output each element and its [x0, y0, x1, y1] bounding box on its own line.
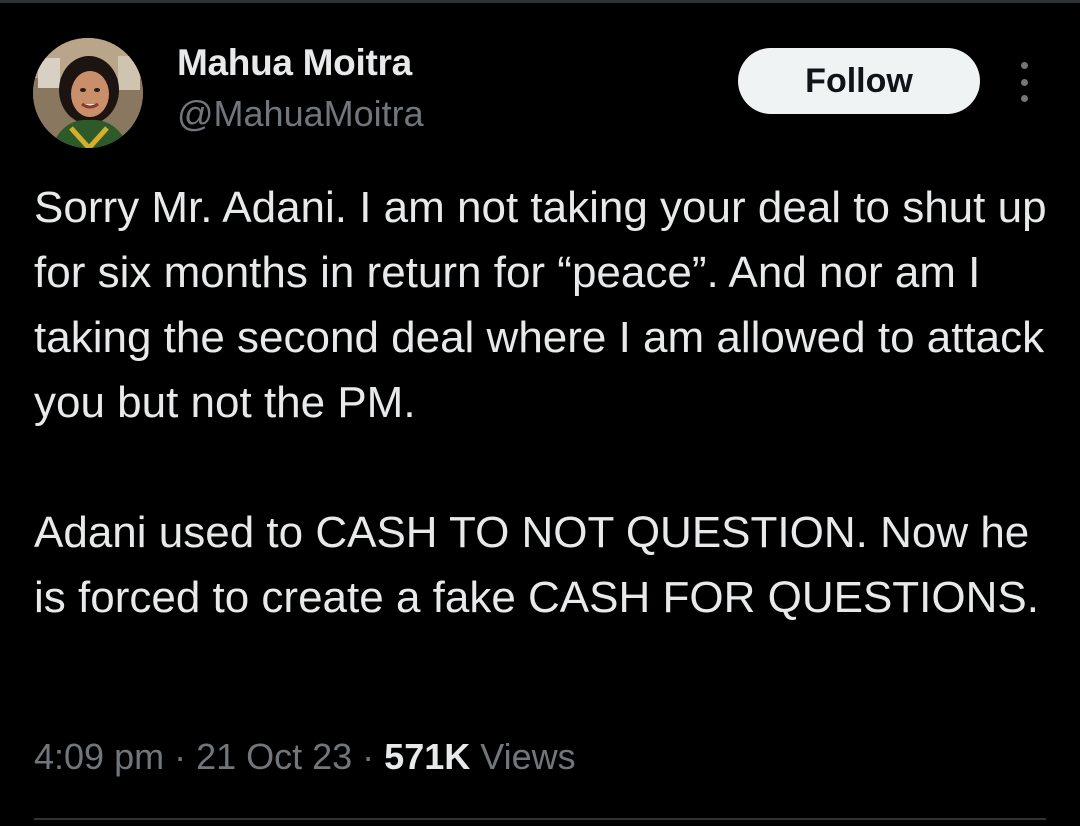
meta-separator: · [164, 736, 197, 777]
views-count[interactable]: 571K [384, 736, 470, 777]
tweet-paragraph: Sorry Mr. Adani. I am not taking your de… [34, 183, 1047, 427]
tweet-text: Sorry Mr. Adani. I am not taking your de… [34, 175, 1054, 630]
author-display-name[interactable]: Mahua Moitra [177, 42, 412, 84]
profile-photo-icon [33, 38, 143, 148]
tweet-time[interactable]: 4:09 pm [34, 736, 164, 777]
top-divider [0, 0, 1080, 3]
more-dot [1020, 95, 1028, 102]
meta-separator: · [352, 736, 385, 777]
tweet-paragraph: Adani used to CASH TO NOT QUESTION. Now … [34, 508, 1039, 622]
tweet-meta: 4:09 pm · 21 Oct 23 · 571K Views [34, 736, 576, 778]
author-handle[interactable]: @MahuaMoitra [177, 93, 424, 135]
views-label: Views [470, 736, 576, 777]
avatar[interactable] [33, 38, 143, 148]
bottom-divider [34, 818, 1046, 820]
tweet-date[interactable]: 21 Oct 23 [196, 736, 352, 777]
more-vertical-icon[interactable] [1010, 62, 1038, 102]
more-dot [1020, 62, 1028, 69]
follow-button[interactable]: Follow [738, 48, 980, 114]
more-dot [1020, 78, 1028, 86]
